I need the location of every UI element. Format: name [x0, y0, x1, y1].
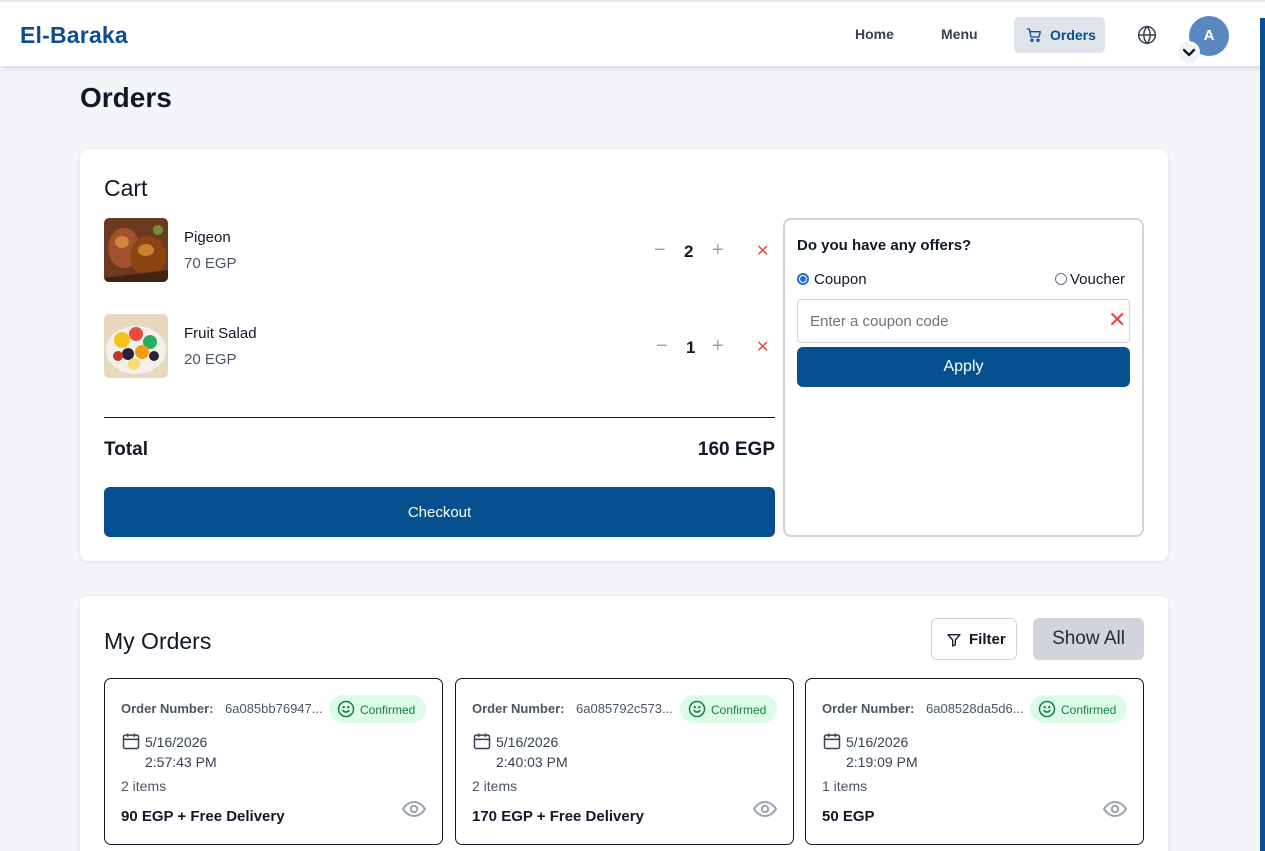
cart-card: Cart Pigeon 70 EGP − 2 + ✕ Fruit Salad 2… [80, 149, 1168, 561]
filter-button[interactable]: Filter [931, 618, 1017, 660]
calendar-icon [472, 731, 492, 756]
quantity-value: 1 [686, 338, 696, 357]
language-globe-icon[interactable] [1137, 25, 1157, 50]
offers-question: Do you have any offers? [797, 237, 972, 254]
order-price: 50 EGP [822, 808, 875, 825]
smile-icon [337, 700, 355, 721]
nav-orders-label: Orders [1050, 27, 1096, 43]
order-date: 5/16/2026 [145, 734, 208, 750]
order-time: 2:57:43 PM [145, 754, 217, 770]
total-value: 160 EGP [697, 439, 775, 460]
order-number-value: 6a085bb76947... [225, 701, 323, 716]
order-items-count: 1 items [822, 778, 868, 794]
my-orders-title: My Orders [104, 628, 212, 654]
coupon-code-input[interactable] [797, 299, 1130, 343]
decrease-qty-button[interactable]: − [656, 336, 668, 356]
order-number-label: Order Number: [121, 701, 214, 716]
my-orders-card: My Orders Filter Show All Order Number: … [80, 596, 1168, 851]
pigeon-image [104, 218, 168, 282]
brand-logo[interactable]: El-Baraka [20, 22, 128, 49]
remove-item-icon[interactable]: ✕ [756, 337, 769, 357]
offers-panel: Do you have any offers? Coupon Voucher ✕… [783, 218, 1144, 537]
smile-icon [688, 700, 706, 721]
cart-divider [104, 417, 775, 418]
cart-icon [1026, 27, 1042, 46]
increase-qty-button[interactable]: + [712, 240, 724, 260]
smile-icon [1038, 700, 1056, 721]
view-eye-icon[interactable] [752, 799, 778, 824]
order-number-label: Order Number: [822, 701, 915, 716]
order-price: 90 EGP + Free Delivery [121, 808, 285, 825]
checkout-button[interactable]: Checkout [104, 487, 775, 537]
order-items-count: 2 items [121, 778, 167, 794]
order-date: 5/16/2026 [846, 734, 909, 750]
status-label: Confirmed [1061, 703, 1117, 717]
order-date: 5/16/2026 [496, 734, 559, 750]
clear-input-icon[interactable]: ✕ [1108, 309, 1126, 331]
order-card[interactable]: Order Number: 6a085792c573... Confirmed … [455, 678, 794, 845]
show-all-button[interactable]: Show All [1033, 618, 1144, 660]
order-time: 2:19:09 PM [846, 754, 918, 770]
view-eye-icon[interactable] [1102, 799, 1128, 824]
nav-home-link[interactable]: Home [855, 26, 894, 42]
order-price: 170 EGP + Free Delivery [472, 808, 644, 825]
page-title: Orders [80, 82, 172, 113]
top-navbar: El-Baraka Home Menu Orders A [0, 0, 1265, 66]
filter-label: Filter [969, 631, 1006, 648]
status-badge: Confirmed [680, 695, 777, 723]
status-badge: Confirmed [329, 695, 426, 723]
fruit-salad-image [104, 314, 168, 378]
page-scrollbar[interactable] [1260, 18, 1265, 851]
cart-item-price: 70 EGP [184, 255, 237, 272]
status-label: Confirmed [360, 703, 416, 717]
coupon-radio-label[interactable]: Coupon [814, 271, 867, 288]
cart-item-name: Fruit Salad [184, 325, 257, 342]
remove-item-icon[interactable]: ✕ [756, 241, 769, 261]
order-time: 2:40:03 PM [496, 754, 568, 770]
chevron-down-icon[interactable] [1178, 41, 1200, 63]
order-card[interactable]: Order Number: 6a08528da5d6... Confirmed … [805, 678, 1144, 845]
status-label: Confirmed [711, 703, 767, 717]
status-badge: Confirmed [1030, 695, 1127, 723]
calendar-icon [121, 731, 141, 756]
quantity-value: 2 [684, 242, 694, 261]
order-number-label: Order Number: [472, 701, 565, 716]
nav-menu-link[interactable]: Menu [941, 26, 978, 42]
increase-qty-button[interactable]: + [712, 336, 724, 356]
order-number-value: 6a085792c573... [576, 701, 673, 716]
order-card[interactable]: Order Number: 6a085bb76947... Confirmed … [104, 678, 443, 845]
order-items-count: 2 items [472, 778, 518, 794]
total-label: Total [104, 439, 148, 460]
voucher-radio[interactable] [1055, 273, 1067, 285]
filter-icon [946, 632, 962, 652]
voucher-radio-label[interactable]: Voucher [1070, 271, 1125, 288]
apply-coupon-button[interactable]: Apply [797, 347, 1130, 387]
calendar-icon [822, 731, 842, 756]
nav-orders-link[interactable]: Orders [1014, 17, 1105, 53]
view-eye-icon[interactable] [401, 799, 427, 824]
order-number-value: 6a08528da5d6... [926, 701, 1024, 716]
decrease-qty-button[interactable]: − [654, 240, 666, 260]
coupon-radio[interactable] [797, 273, 809, 285]
cart-title: Cart [104, 175, 148, 201]
cart-item-name: Pigeon [184, 229, 231, 246]
cart-item-price: 20 EGP [184, 351, 237, 368]
